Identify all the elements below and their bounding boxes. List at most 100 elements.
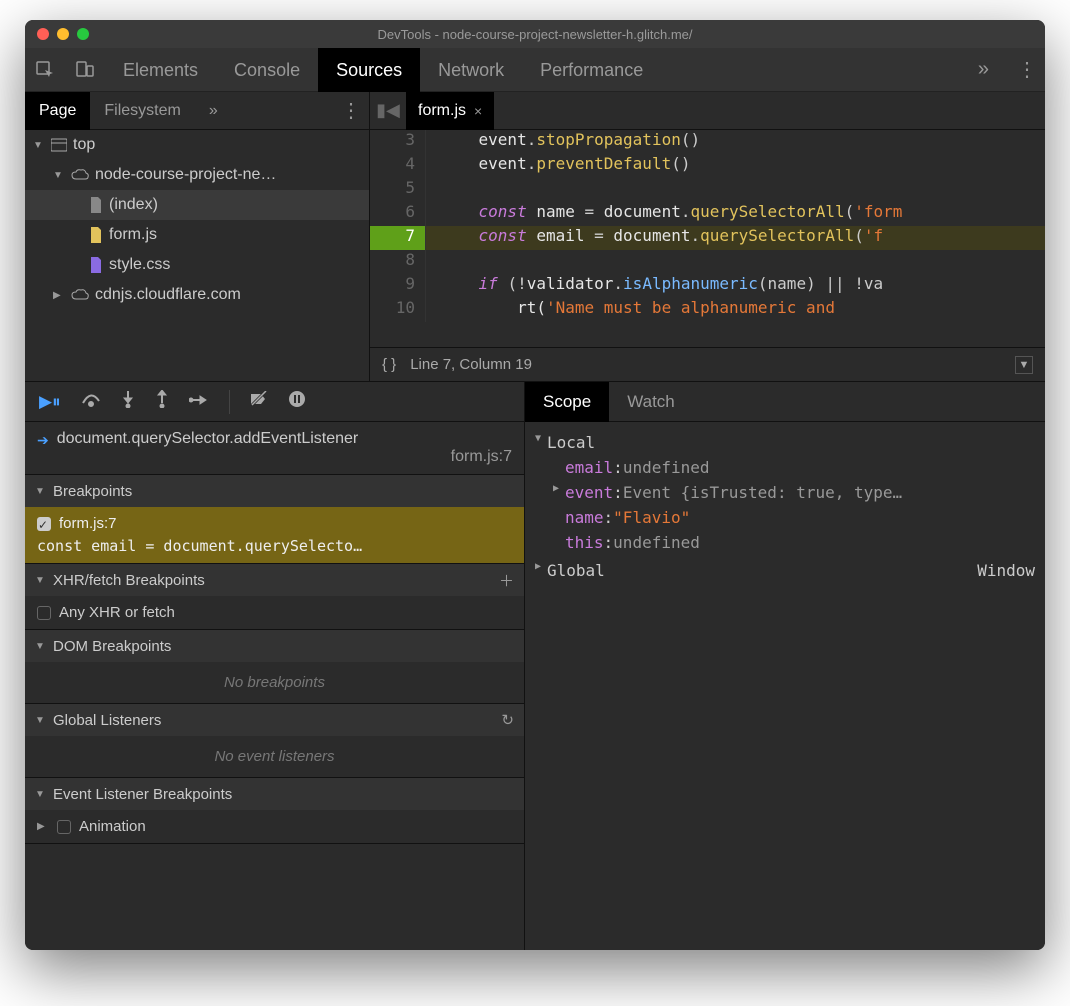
gutter[interactable]: 8 xyxy=(370,250,426,274)
global-empty: No event listeners xyxy=(25,736,524,777)
deactivate-breakpoints-icon[interactable] xyxy=(250,391,268,412)
tab-console[interactable]: Console xyxy=(216,48,318,92)
debugger-left: ▶⏸ ➔ document.querySelector.addEventList… xyxy=(25,382,525,950)
gutter[interactable]: 3 xyxy=(370,130,426,154)
tab-network[interactable]: Network xyxy=(420,48,522,92)
step-icon[interactable] xyxy=(189,392,209,412)
scope-variable[interactable]: name: "Flavio" xyxy=(535,505,1035,530)
xhr-header[interactable]: ▼XHR/fetch Breakpoints＋ xyxy=(25,564,524,596)
checkbox-icon[interactable] xyxy=(37,606,51,620)
code-line[interactable]: 3 event.stopPropagation() xyxy=(370,130,1045,154)
file-tree: ▼ top ▼ node-course-project-ne… (index) … xyxy=(25,130,369,381)
gutter[interactable]: 4 xyxy=(370,154,426,178)
step-into-icon[interactable] xyxy=(121,390,135,413)
gutter[interactable]: 9 xyxy=(370,274,426,298)
step-out-icon[interactable] xyxy=(155,390,169,413)
scope-variable[interactable]: this: undefined xyxy=(535,530,1035,555)
toggle-navigator-icon[interactable]: ▮◀ xyxy=(370,100,406,121)
scope-variable[interactable]: ▶event: Event {isTrusted: true, type… xyxy=(535,480,1035,505)
breakpoints-header[interactable]: ▼Breakpoints xyxy=(25,475,524,507)
ev-header[interactable]: ▼Event Listener Breakpoints xyxy=(25,778,524,810)
more-tabs-icon[interactable]: » xyxy=(958,58,1009,81)
tab-filesystem[interactable]: Filesystem xyxy=(90,92,194,130)
scope-global-value: Window xyxy=(977,561,1035,580)
navigator-menu-icon[interactable]: ⋮ xyxy=(333,98,369,123)
device-icon[interactable] xyxy=(65,60,105,80)
tree-top[interactable]: ▼ top xyxy=(25,130,369,160)
tree-host[interactable]: ▼ node-course-project-ne… xyxy=(25,160,369,190)
inspect-icon[interactable] xyxy=(25,60,65,80)
ev-item[interactable]: ▶Animation xyxy=(25,810,524,843)
gutter[interactable]: 6 xyxy=(370,202,426,226)
code-editor[interactable]: 3 event.stopPropagation()4 event.prevent… xyxy=(370,130,1045,347)
code-line[interactable]: 7 const email = document.querySelectorAl… xyxy=(370,226,1045,250)
pause-exceptions-icon[interactable] xyxy=(288,390,306,413)
scope-variable[interactable]: email: undefined xyxy=(535,455,1035,480)
coverage-icon[interactable]: ▼ xyxy=(1015,356,1033,374)
window-title: DevTools - node-course-project-newslette… xyxy=(377,27,692,42)
code-line[interactable]: 8 xyxy=(370,250,1045,274)
code-line[interactable]: 4 event.preventDefault() xyxy=(370,154,1045,178)
refresh-icon[interactable]: ↻ xyxy=(501,711,514,729)
settings-menu-icon[interactable]: ⋮ xyxy=(1009,57,1045,82)
tab-performance[interactable]: Performance xyxy=(522,48,661,92)
resume-icon[interactable]: ▶⏸ xyxy=(39,392,61,412)
code-line[interactable]: 5 xyxy=(370,178,1045,202)
tree-file-index[interactable]: (index) xyxy=(25,190,369,220)
call-stack-frame[interactable]: ➔ document.querySelector.addEventListene… xyxy=(25,422,524,475)
editor-status: { } Line 7, Column 19 ▼ xyxy=(370,347,1045,381)
tree-file-label: (index) xyxy=(109,196,158,214)
tab-elements[interactable]: Elements xyxy=(105,48,216,92)
file-icon xyxy=(89,197,103,213)
event-listener-breakpoints-section: ▼Event Listener Breakpoints ▶Animation xyxy=(25,778,524,844)
editor-tabs: ▮◀ form.js × xyxy=(370,92,1045,130)
code-line[interactable]: 9 if (!validator.isAlphanumeric(name) ||… xyxy=(370,274,1045,298)
breakpoint-item[interactable]: form.js:7 const email = document.querySe… xyxy=(25,507,524,563)
debugger-area: ▶⏸ ➔ document.querySelector.addEventList… xyxy=(25,382,1045,950)
gutter[interactable]: 10 xyxy=(370,298,426,322)
step-over-icon[interactable] xyxy=(81,391,101,412)
add-icon[interactable]: ＋ xyxy=(499,570,514,591)
editor-tab-formjs[interactable]: form.js × xyxy=(406,92,494,130)
cloud-icon xyxy=(71,168,89,182)
scope-tree: ▼Local email: undefined▶event: Event {is… xyxy=(525,422,1045,594)
main-toolbar: Elements Console Sources Network Perform… xyxy=(25,48,1045,92)
tree-file-formjs[interactable]: form.js xyxy=(25,220,369,250)
close-icon[interactable] xyxy=(37,28,49,40)
sources-mid: Page Filesystem » ⋮ ▼ top ▼ node-course-… xyxy=(25,92,1045,382)
tree-file-stylecss[interactable]: style.css xyxy=(25,250,369,280)
close-icon[interactable]: × xyxy=(474,92,482,130)
tab-watch[interactable]: Watch xyxy=(609,382,693,422)
navigator-more-icon[interactable]: » xyxy=(195,92,232,130)
xhr-breakpoints-section: ▼XHR/fetch Breakpoints＋ Any XHR or fetch xyxy=(25,564,524,630)
checkbox-icon[interactable] xyxy=(57,820,71,834)
js-file-icon xyxy=(89,227,103,243)
css-file-icon xyxy=(89,257,103,273)
checkbox-icon[interactable] xyxy=(37,517,51,531)
chevron-down-icon: ▼ xyxy=(53,170,65,181)
scope-global[interactable]: ▶Global Window xyxy=(535,555,1035,586)
global-header[interactable]: ▼Global Listeners↻ xyxy=(25,704,524,736)
tree-file-label: form.js xyxy=(109,226,157,244)
tree-cdn-label: cdnjs.cloudflare.com xyxy=(95,286,241,304)
tab-page[interactable]: Page xyxy=(25,92,90,130)
pretty-print-icon[interactable]: { } xyxy=(382,356,396,373)
code-line[interactable]: 6 const name = document.querySelectorAll… xyxy=(370,202,1045,226)
dom-empty: No breakpoints xyxy=(25,662,524,703)
editor-tab-label: form.js xyxy=(418,92,466,130)
cursor-position: Line 7, Column 19 xyxy=(410,356,532,373)
tab-scope[interactable]: Scope xyxy=(525,382,609,422)
dom-header[interactable]: ▼DOM Breakpoints xyxy=(25,630,524,662)
gutter[interactable]: 5 xyxy=(370,178,426,202)
xhr-any[interactable]: Any XHR or fetch xyxy=(25,596,524,629)
zoom-icon[interactable] xyxy=(77,28,89,40)
panel-tabs: Elements Console Sources Network Perform… xyxy=(105,48,958,92)
gutter[interactable]: 7 xyxy=(370,226,426,250)
tab-sources[interactable]: Sources xyxy=(318,48,420,92)
tree-cdn[interactable]: ▶ cdnjs.cloudflare.com xyxy=(25,280,369,310)
navigator-tabs: Page Filesystem » ⋮ xyxy=(25,92,369,130)
code-line[interactable]: 10 rt('Name must be alphanumeric and xyxy=(370,298,1045,322)
titlebar: DevTools - node-course-project-newslette… xyxy=(25,20,1045,48)
minimize-icon[interactable] xyxy=(57,28,69,40)
scope-local[interactable]: ▼Local xyxy=(535,430,1035,455)
